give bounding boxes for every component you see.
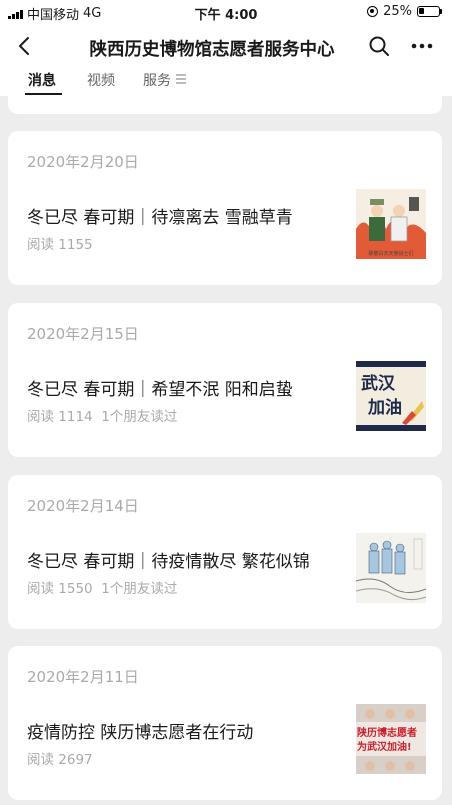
article-date: 2020年2月15日 (27, 325, 139, 343)
tab-services[interactable]: 服务 (143, 70, 171, 90)
orientation-lock-icon (367, 6, 379, 17)
article-thumbnail[interactable]: 致敬白衣天使战士们 (356, 189, 426, 259)
article-meta: 阅读 1155 (27, 233, 93, 253)
previous-card-partial[interactable] (8, 96, 442, 114)
tab-bar: 消息 视频 服务 (0, 70, 452, 96)
friends-read-note: 1个朋友读过 (101, 409, 178, 425)
page-title: 陕西历史博物馆志愿者服务中心 (89, 40, 335, 60)
more-dots-icon[interactable] (410, 35, 434, 57)
article-date: 2020年2月14日 (27, 497, 139, 515)
article-thumbnail[interactable] (356, 533, 426, 603)
back-arrow-icon[interactable] (14, 35, 36, 57)
article-thumbnail[interactable]: 武汉 加油 (356, 361, 426, 431)
article-card[interactable]: 2020年2月11日 疫情防控 陕历博志愿者在行动 阅读 2697 陕历博志愿者… (8, 646, 442, 800)
article-card[interactable]: 2020年2月20日 冬已尽 春可期｜待凛离去 雪融草青 阅读 1155 致敬白… (8, 131, 442, 285)
article-card[interactable]: 2020年2月15日 冬已尽 春可期｜希望不泯 阳和启蛰 阅读 1114 1个朋… (8, 303, 442, 457)
battery-level-fill (419, 8, 424, 14)
article-date: 2020年2月20日 (27, 153, 139, 171)
article-date: 2020年2月11日 (27, 668, 139, 686)
article-meta: 阅读 1550 1个朋友读过 (27, 577, 177, 597)
thumbnail-caption: 致敬白衣天使战士们 (368, 250, 413, 257)
nav-bar: 陕西历史博物馆志愿者服务中心 (0, 24, 452, 70)
active-tab-indicator (25, 93, 62, 95)
tab-menu-icon[interactable] (176, 74, 186, 86)
article-read-count: 阅读 1114 (27, 409, 93, 425)
article-card[interactable]: 2020年2月14日 冬已尽 春可期｜待疫情散尽 繁花似锦 阅读 1550 1个… (8, 475, 442, 629)
article-title[interactable]: 冬已尽 春可期｜希望不泯 阳和启蛰 (27, 375, 293, 400)
status-bar: 中国移动 4G 下午 4:00 25% (0, 0, 452, 24)
article-read-count: 阅读 2697 (27, 752, 93, 768)
tab-messages[interactable]: 消息 (28, 70, 56, 90)
article-title[interactable]: 冬已尽 春可期｜待凛离去 雪融草青 (27, 203, 293, 228)
status-right: 25% (367, 4, 442, 19)
article-meta: 阅读 2697 (27, 748, 93, 768)
article-thumbnail[interactable]: 陕历博志愿者 为武汉加油! (356, 704, 426, 774)
article-read-count: 阅读 1550 (27, 581, 93, 597)
battery-icon (417, 6, 440, 17)
friends-read-note: 1个朋友读过 (101, 581, 178, 597)
search-icon[interactable] (368, 35, 390, 57)
article-meta: 阅读 1114 1个朋友读过 (27, 405, 177, 425)
article-title[interactable]: 冬已尽 春可期｜待疫情散尽 繁花似锦 (27, 547, 310, 572)
tab-videos[interactable]: 视频 (87, 70, 115, 90)
article-title[interactable]: 疫情防控 陕历博志愿者在行动 (27, 718, 253, 743)
battery-percent: 25% (383, 4, 412, 19)
article-read-count: 阅读 1155 (27, 237, 93, 253)
